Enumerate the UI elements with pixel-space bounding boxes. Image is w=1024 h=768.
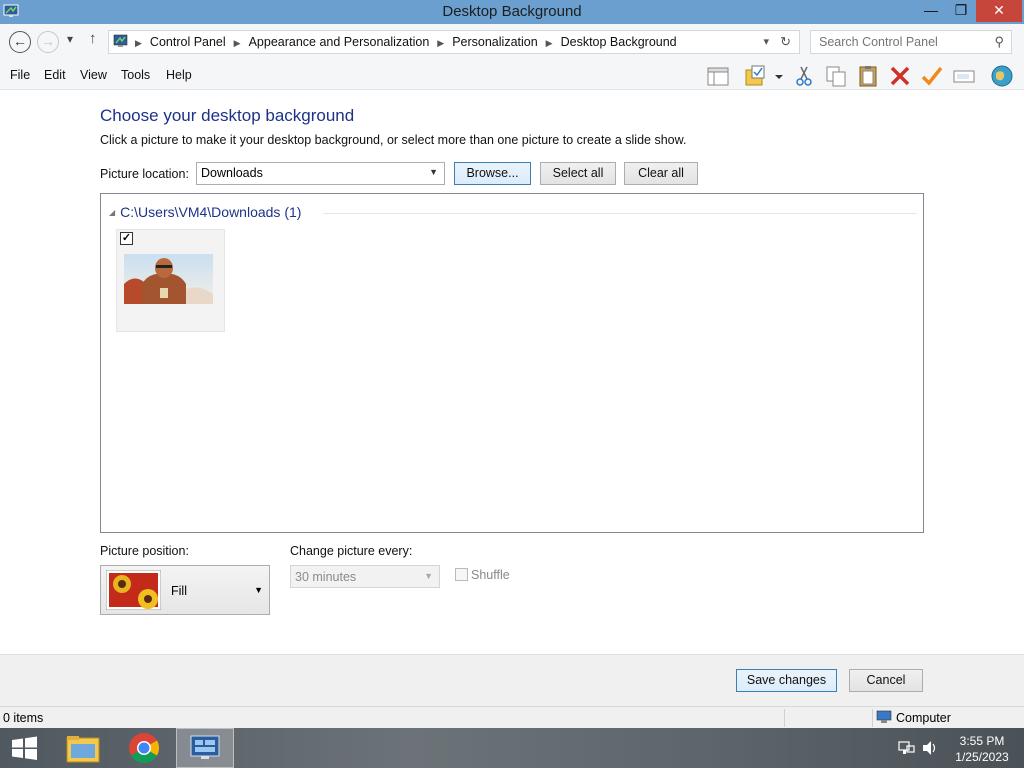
status-divider bbox=[872, 709, 873, 727]
change-picture-label: Change picture every: bbox=[290, 544, 413, 558]
picture-position-select[interactable]: Fill ▼ bbox=[100, 565, 270, 615]
breadcrumb: ▶ Control Panel ▶ Appearance and Personaliz… bbox=[135, 35, 677, 49]
back-button[interactable]: ← bbox=[9, 31, 31, 53]
volume-icon[interactable] bbox=[920, 728, 940, 768]
clear-all-button[interactable]: Clear all bbox=[624, 162, 698, 185]
menu-bar: File Edit View Tools Help bbox=[0, 60, 1024, 90]
change-interval-value: 30 minutes bbox=[295, 570, 357, 584]
browse-button[interactable]: Browse... bbox=[454, 162, 531, 185]
group-header[interactable]: ◢ C:\Users\VM4\Downloads (1) bbox=[109, 204, 301, 220]
rename-icon[interactable] bbox=[952, 64, 976, 88]
picture-position-label: Picture position: bbox=[100, 544, 189, 558]
start-button[interactable] bbox=[0, 728, 58, 768]
close-button[interactable]: ✕ bbox=[976, 0, 1022, 22]
menu-help[interactable]: Help bbox=[166, 68, 192, 82]
picture-position-preview bbox=[106, 570, 161, 610]
copy-icon[interactable] bbox=[824, 64, 848, 88]
page-instructions: Click a picture to make it your desktop … bbox=[100, 133, 687, 147]
refresh-icon[interactable]: ↻ bbox=[780, 34, 791, 50]
menu-file[interactable]: File bbox=[10, 68, 30, 82]
breadcrumb-separator-icon[interactable]: ▶ bbox=[546, 38, 553, 48]
picture-checkbox[interactable]: ✓ bbox=[120, 232, 133, 245]
picture-position-value: Fill bbox=[171, 584, 187, 598]
globe-icon[interactable] bbox=[990, 64, 1014, 88]
minimize-button[interactable]: — bbox=[918, 0, 944, 22]
paste-icon[interactable] bbox=[856, 64, 880, 88]
checkmark-icon[interactable] bbox=[920, 64, 944, 88]
navigation-bar: ← → ▾ ↑ ▶ Control Panel ▶ Appearance and Pe… bbox=[0, 24, 1024, 60]
search-input[interactable] bbox=[811, 31, 981, 53]
collapse-triangle-icon[interactable]: ◢ bbox=[109, 208, 115, 217]
taskbar-control-panel[interactable] bbox=[176, 728, 234, 768]
clock-time: 3:55 PM bbox=[959, 734, 1005, 748]
chevron-down-icon: ▼ bbox=[424, 571, 433, 581]
network-icon[interactable] bbox=[896, 728, 916, 768]
clock-date: 1/25/2023 bbox=[955, 750, 1009, 764]
select-all-button[interactable]: Select all bbox=[540, 162, 616, 185]
breadcrumb-separator-icon[interactable]: ▶ bbox=[234, 38, 241, 48]
recent-locations-dropdown[interactable]: ▾ bbox=[67, 32, 73, 46]
group-divider bbox=[323, 213, 917, 214]
control-panel-icon bbox=[113, 34, 128, 47]
breadcrumb-appearance[interactable]: Appearance and Personalization bbox=[249, 35, 430, 49]
cancel-button[interactable]: Cancel bbox=[849, 669, 923, 692]
dialog-footer: Save changes Cancel bbox=[0, 654, 1024, 706]
breadcrumb-separator-icon[interactable]: ▶ bbox=[437, 38, 444, 48]
picture-location-label: Picture location: bbox=[100, 167, 189, 181]
picture-location-select[interactable]: Downloads ▼ bbox=[196, 162, 445, 185]
windows-logo-icon bbox=[12, 736, 37, 760]
taskbar-file-explorer[interactable] bbox=[55, 728, 113, 768]
chevron-down-icon: ▼ bbox=[254, 585, 263, 595]
status-location: Computer bbox=[876, 710, 951, 725]
status-bar: 0 items Computer bbox=[0, 706, 1024, 728]
forward-button[interactable]: → bbox=[37, 31, 59, 53]
save-changes-button[interactable]: Save changes bbox=[736, 669, 837, 692]
change-interval-select[interactable]: 30 minutes ▼ bbox=[290, 565, 440, 588]
shuffle-label: Shuffle bbox=[471, 568, 510, 582]
window-title: Desktop Background bbox=[442, 3, 582, 20]
menu-tools[interactable]: Tools bbox=[121, 68, 150, 82]
shuffle-checkbox[interactable]: Shuffle bbox=[455, 568, 510, 582]
maximize-button[interactable]: ❐ bbox=[948, 0, 974, 22]
taskbar: 3:55 PM 1/25/2023 bbox=[0, 728, 1024, 768]
computer-icon bbox=[876, 710, 892, 723]
breadcrumb-separator-icon: ▶ bbox=[135, 38, 142, 48]
picture-list[interactable]: ◢ C:\Users\VM4\Downloads (1) ✓ bbox=[100, 193, 924, 533]
search-box[interactable]: ⚲ bbox=[810, 30, 1012, 54]
taskbar-clock[interactable]: 3:55 PM 1/25/2023 bbox=[944, 733, 1020, 765]
up-button[interactable]: ↑ bbox=[89, 30, 97, 47]
picture-thumbnail[interactable] bbox=[124, 254, 213, 304]
breadcrumb-personalization[interactable]: Personalization bbox=[452, 35, 537, 49]
search-icon[interactable]: ⚲ bbox=[994, 34, 1004, 50]
cut-icon[interactable] bbox=[792, 64, 816, 88]
menu-edit[interactable]: Edit bbox=[44, 68, 66, 82]
layout-pane-icon[interactable] bbox=[706, 64, 730, 88]
status-divider bbox=[784, 709, 785, 727]
delete-icon[interactable] bbox=[888, 64, 912, 88]
group-header-label: C:\Users\VM4\Downloads (1) bbox=[120, 204, 302, 220]
chrome-icon bbox=[129, 733, 160, 764]
page-title: Choose your desktop background bbox=[100, 106, 355, 125]
breadcrumb-desktop-background[interactable]: Desktop Background bbox=[561, 35, 677, 49]
address-dropdown-icon[interactable]: ▾ bbox=[763, 35, 769, 48]
window-title-bar[interactable]: Desktop Background — ❐ ✕ bbox=[0, 0, 1024, 24]
taskbar-chrome[interactable] bbox=[115, 728, 173, 768]
address-bar[interactable]: ▶ Control Panel ▶ Appearance and Personaliz… bbox=[108, 30, 800, 54]
control-panel-icon bbox=[190, 735, 220, 759]
folder-icon bbox=[66, 736, 100, 763]
folder-properties-icon[interactable] bbox=[744, 64, 768, 88]
picture-location-value: Downloads bbox=[201, 166, 263, 180]
dropdown-arrow-icon[interactable] bbox=[772, 64, 786, 88]
item-count: 0 items bbox=[3, 711, 44, 725]
breadcrumb-control-panel[interactable]: Control Panel bbox=[150, 35, 226, 49]
status-location-label: Computer bbox=[896, 711, 951, 725]
chevron-down-icon: ▼ bbox=[429, 167, 438, 177]
picture-tile[interactable]: ✓ bbox=[116, 229, 225, 332]
menu-view[interactable]: View bbox=[80, 68, 107, 82]
checkbox-icon[interactable] bbox=[455, 568, 468, 581]
